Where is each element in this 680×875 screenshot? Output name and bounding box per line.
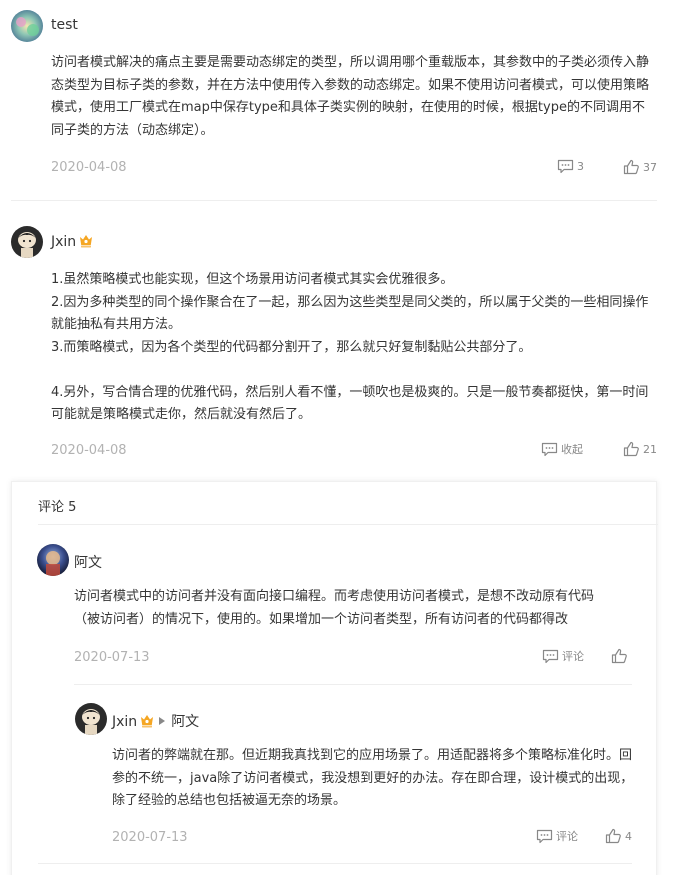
reply-header: Jxin 阿文 <box>112 711 199 731</box>
thumbs-up-icon <box>611 648 627 664</box>
comment-count: 3 <box>577 160 584 173</box>
vip-badge-icon <box>78 234 94 248</box>
username[interactable]: test <box>51 17 78 33</box>
avatar[interactable] <box>11 226 43 258</box>
divider <box>74 684 632 685</box>
comment-count-button[interactable]: 3 <box>557 159 584 174</box>
like-count: 4 <box>625 829 632 843</box>
username[interactable]: 阿文 <box>74 552 102 572</box>
reply-date: 2020-07-13 <box>112 830 188 845</box>
comment-icon <box>542 649 559 663</box>
comment-icon <box>536 829 553 843</box>
thumbs-up-icon <box>605 828 621 844</box>
reply-date: 2020-07-13 <box>74 650 150 665</box>
reply-comment-label: 评论 <box>556 830 578 843</box>
like-button[interactable]: 21 <box>623 441 657 457</box>
like-button[interactable] <box>611 648 628 664</box>
like-button[interactable]: 37 <box>623 159 657 175</box>
avatar[interactable] <box>37 544 69 576</box>
comment-date: 2020-04-08 <box>51 160 127 175</box>
replies-header: 评论 5 <box>38 500 77 515</box>
comment-date: 2020-04-08 <box>51 443 127 458</box>
username-text: Jxin <box>51 234 77 250</box>
like-button[interactable]: 4 <box>605 828 632 844</box>
divider <box>38 863 632 864</box>
divider <box>38 524 658 525</box>
reply-comment-button[interactable]: 评论 <box>536 828 578 844</box>
reply-comment-button[interactable]: 评论 <box>542 648 584 664</box>
collapse-button[interactable]: 收起 <box>541 441 583 457</box>
reply-content: 访问者模式中的访问者并没有面向接口编程。而考虑使用访问者模式，是想不改动原有代码… <box>74 589 595 627</box>
avatar[interactable] <box>11 10 43 42</box>
like-count: 21 <box>643 442 657 456</box>
username[interactable]: Jxin <box>112 714 137 730</box>
reply-to-username[interactable]: 阿文 <box>171 714 199 730</box>
username[interactable]: Jxin <box>51 234 94 250</box>
vip-badge-icon <box>139 714 155 728</box>
thumbs-up-icon <box>623 441 639 457</box>
comment-icon <box>557 159 574 174</box>
divider <box>11 200 657 201</box>
comment-content: 访问者模式解决的痛点主要是需要动态绑定的类型，所以调用哪个重载版本，其参数中的子… <box>51 55 650 138</box>
like-count: 37 <box>643 160 657 174</box>
thumbs-up-icon <box>623 159 639 175</box>
collapse-label: 收起 <box>561 443 583 456</box>
reply-comment-label: 评论 <box>562 650 584 663</box>
replies-panel: 评论 5 阿文 访问者模式中的访问者并没有面向接口编程。而考虑使用访问者模式，是… <box>11 481 658 875</box>
comment-content: 1.虽然策略模式也能实现，但这个场景用访问者模式其实会优雅很多。 2.因为多种类… <box>51 272 649 422</box>
comment-icon <box>541 442 558 456</box>
reply-content: 访问者的弊端就在那。但近期我真找到它的应用场景了。用适配器将多个策略标准化时。回… <box>112 748 634 808</box>
reply-arrow-icon <box>159 717 166 725</box>
avatar[interactable] <box>75 703 107 735</box>
